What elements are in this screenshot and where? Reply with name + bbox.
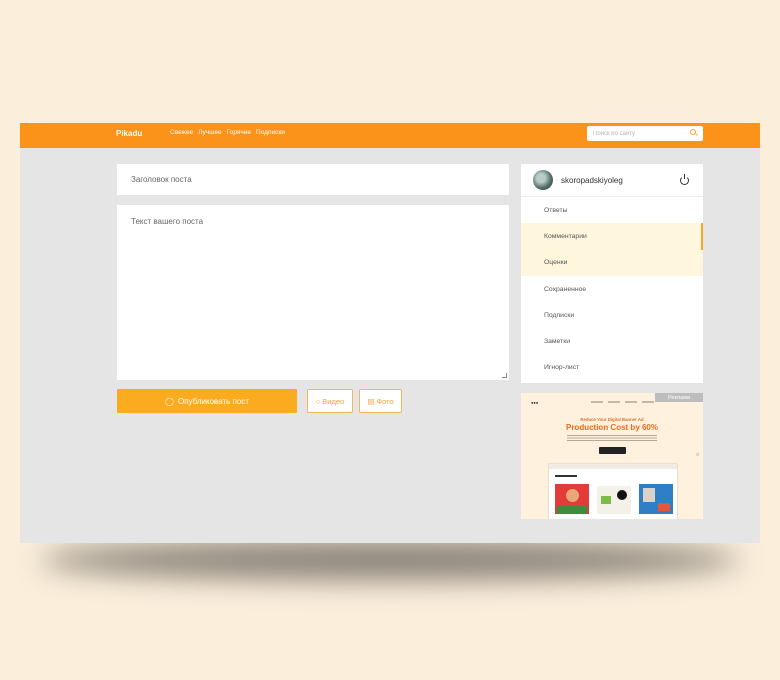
ad-nav xyxy=(591,401,654,403)
main-nav: Свежее Лучшее Горячее Подписки xyxy=(170,129,285,136)
ad-cta-button xyxy=(599,447,626,454)
ad-thumb-image xyxy=(555,484,589,514)
post-text-input[interactable]: Текст вашего поста xyxy=(117,205,509,380)
post-title-input[interactable]: Заголовок поста xyxy=(117,164,509,195)
video-button[interactable]: ○ Видео xyxy=(307,389,353,413)
sidebar-item-label: Ответы xyxy=(544,206,568,214)
sidebar-item-saved[interactable]: Сохраненное xyxy=(521,276,703,302)
search-icon[interactable] xyxy=(690,129,696,135)
ad-thumb-image xyxy=(639,484,673,514)
photo-icon: ▤ xyxy=(367,396,375,406)
sidebar-item-subscriptions[interactable]: Подписки xyxy=(521,302,703,328)
photo-label: Фото xyxy=(376,396,394,406)
app-window: Pikadu Свежее Лучшее Горячее Подписки За… xyxy=(20,123,760,543)
top-bar: Pikadu Свежее Лучшее Горячее Подписки xyxy=(20,123,760,148)
avatar[interactable] xyxy=(533,170,553,190)
sidebar-item-answers[interactable]: Ответы xyxy=(521,197,703,223)
power-icon[interactable] xyxy=(680,174,689,185)
sidebar-item-label: Заметки xyxy=(544,338,570,346)
sidebar-item-notes[interactable]: Заметки xyxy=(521,328,703,354)
post-title-placeholder: Заголовок поста xyxy=(131,175,192,184)
publish-label: Опубликовать пост xyxy=(177,396,249,406)
photo-button[interactable]: ▤ Фото xyxy=(359,389,402,413)
sidebar-item-ratings[interactable]: Оценки xyxy=(521,249,703,276)
ad-headline: Production Cost by 60% xyxy=(565,423,658,432)
ad-badge: Реклама xyxy=(655,393,703,402)
video-icon: ○ xyxy=(315,396,321,406)
nav-subscriptions[interactable]: Подписки xyxy=(256,129,285,136)
sidebar-item-ignore-list[interactable]: Игнор-лист xyxy=(521,355,703,381)
ad-logo: ●●● xyxy=(531,400,539,405)
post-text-placeholder: Текст вашего поста xyxy=(131,217,204,226)
username[interactable]: skoropadskiyoleg xyxy=(561,176,623,185)
ad-kicker: Reduce Your Digital Banner Ad xyxy=(580,417,644,422)
ad-banner[interactable]: Реклама ●●● Reduce Your Digital Banner A… xyxy=(521,393,703,519)
user-sidebar: skoropadskiyoleg Ответы Комментарии Оцен… xyxy=(521,164,703,383)
sidebar-item-label: Сохраненное xyxy=(544,285,587,293)
site-logo[interactable]: Pikadu xyxy=(116,129,142,138)
sidebar-item-label: Игнор-лист xyxy=(544,364,580,372)
sidebar-item-label: Комментарии xyxy=(544,232,587,240)
search-box xyxy=(587,126,703,141)
publish-button[interactable]: ◯ Опубликовать пост xyxy=(117,389,297,413)
sidebar-item-label: Подписки xyxy=(544,311,575,319)
search-input[interactable] xyxy=(593,130,683,137)
window-shadow xyxy=(40,540,740,580)
nav-best[interactable]: Лучшее xyxy=(198,129,221,136)
nav-fresh[interactable]: Свежее xyxy=(170,129,193,136)
nav-hot[interactable]: Горячее xyxy=(227,129,251,136)
sidebar-item-label: Оценки xyxy=(544,259,568,267)
user-profile: skoropadskiyoleg xyxy=(521,164,703,197)
resize-handle-icon[interactable] xyxy=(502,373,507,378)
ad-screenshot xyxy=(548,463,678,519)
video-label: Видео xyxy=(322,396,345,406)
ad-thumb-image xyxy=(597,486,631,514)
ad-dot-icon xyxy=(696,453,699,456)
sidebar-item-comments[interactable]: Комментарии xyxy=(521,223,703,250)
publish-icon: ◯ xyxy=(165,396,174,406)
ad-subtext xyxy=(567,435,657,441)
